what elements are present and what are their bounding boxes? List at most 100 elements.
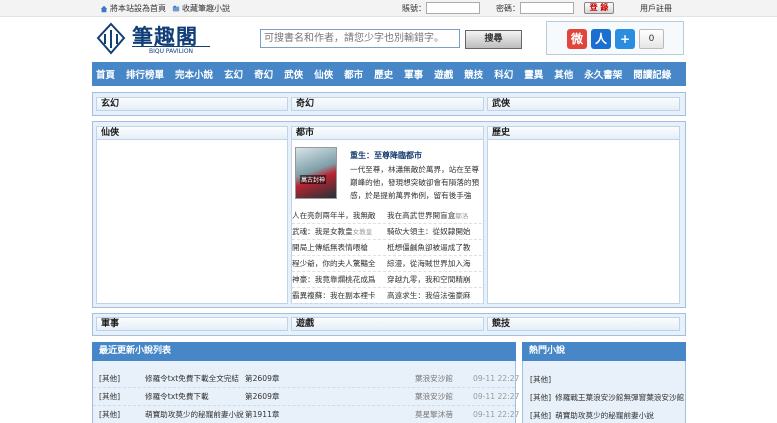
table-row: [其他] 修羅令txt免費下載 第2609章 葉浪安沙館 09-11 22:27 <box>93 388 519 406</box>
book-link[interactable]: 穿越九零，我和空間精崩 <box>387 274 482 285</box>
nav-bookshelf[interactable]: 永久書架 <box>584 67 622 81</box>
search-input[interactable] <box>260 29 460 48</box>
section-xuanhuan-header[interactable]: 玄幻 <box>96 97 288 111</box>
section-history-header[interactable]: 歷史 <box>487 126 680 140</box>
row-author: 莫星擎沐蓓 <box>415 410 453 419</box>
password-input[interactable] <box>520 2 574 14</box>
bookmark-label: 收藏筆趣小說 <box>182 4 230 13</box>
hot-novels-list: [其他] [其他] 修羅戰王葉浪安沙館無彈窗 葉浪安沙館 [其他] 萌寶助攻莫少… <box>522 361 686 423</box>
section-history-body <box>487 140 680 304</box>
weibo-share-icon[interactable]: 微 <box>567 29 587 49</box>
section-qihuan-header[interactable]: 奇幻 <box>291 97 484 111</box>
cover-title: 萬古封神 <box>300 175 327 184</box>
renren-share-icon[interactable]: 人 <box>591 29 611 49</box>
featured-book-cover[interactable]: 萬古封神 <box>295 147 337 199</box>
list-item: [其他] 萌寶助攻莫少的秘寵前妻小說 <box>530 406 654 423</box>
section-games-header[interactable]: 遊戲 <box>291 317 484 331</box>
nav-xianxia[interactable]: 仙俠 <box>314 67 333 81</box>
row-chapter[interactable]: 第2609章 <box>245 391 280 402</box>
register-link[interactable]: 用戶註冊 <box>640 3 672 14</box>
row-author: 葉浪安沙館 <box>415 392 453 401</box>
featured-book-title[interactable]: 重生：至尊降臨都市 <box>350 150 422 161</box>
list-item: 人在亮劍兩年半，我無敵 我在高武世界開盲盒鄒洛 <box>292 208 482 224</box>
nav-supernatural[interactable]: 靈異 <box>524 67 543 81</box>
nav-history-record[interactable]: 閱讀記錄 <box>633 67 671 81</box>
section-wuxia-header[interactable]: 武俠 <box>487 97 680 111</box>
book-link[interactable]: 我在高武世界開盲盒鄒洛 <box>387 210 482 221</box>
book-link[interactable]: 霸異複蘇：我在副本裡卡 <box>292 290 387 301</box>
row-book[interactable]: 修羅令txt免費下載全文完結 <box>145 373 239 384</box>
row-category[interactable]: [其他] <box>530 392 551 403</box>
featured-book-description: 一代至尊，林瀟無敵於萬界，站在至尊巔峰的他，發現想突破卻會有隕落的預感，於是提前… <box>350 165 480 200</box>
nav-qihuan[interactable]: 奇幻 <box>254 67 273 81</box>
book-title: 我在高武世界開盲盒 <box>387 211 456 220</box>
list-item: 開局上傳紙無表情喂槍 柢想僵鹹魚卻被逼成了教 <box>292 240 482 256</box>
nav-sports[interactable]: 競技 <box>464 67 483 81</box>
bookmark-icon <box>172 5 180 11</box>
section-military-header[interactable]: 軍事 <box>96 317 288 331</box>
nav-military[interactable]: 軍事 <box>404 67 423 81</box>
nav-scifi[interactable]: 科幻 <box>494 67 513 81</box>
table-row: [其他] 修羅令txt免費下載全文完結 第2609章 葉浪安沙館 09-11 2… <box>93 370 519 388</box>
nav-urban[interactable]: 都市 <box>344 67 363 81</box>
more-share-icon[interactable]: + <box>615 29 635 49</box>
latest-updates-list: [其他] 修羅令txt免費下載全文完結 第2609章 葉浪安沙館 09-11 2… <box>92 361 519 423</box>
nav-rankings[interactable]: 排行榜單 <box>126 67 164 81</box>
nav-completed[interactable]: 完本小說 <box>175 67 213 81</box>
row-book[interactable]: 修羅戰王葉浪安沙館無彈窗 <box>555 392 646 403</box>
book-link[interactable]: 武魂：我是女教皇女教皇 <box>292 226 387 237</box>
row-author: 葉浪安沙館 <box>415 374 453 383</box>
row-category[interactable]: [其他] <box>99 373 120 384</box>
account-label: 賬號： <box>402 4 426 13</box>
book-link[interactable]: 程少爺，你的夫人驚豔全 <box>292 258 387 269</box>
nav-home[interactable]: 首頁 <box>96 67 115 81</box>
table-row: [其他] 萌寶助攻莫少的秘寵前妻小說 第1911章 莫星擎沐蓓 09-11 22… <box>93 406 519 423</box>
login-button[interactable]: 登 錄 <box>584 2 614 14</box>
nav-history[interactable]: 歷史 <box>374 67 393 81</box>
nav-games[interactable]: 遊戲 <box>434 67 453 81</box>
book-link[interactable]: 柢想僵鹹魚卻被逼成了教 <box>387 242 482 253</box>
row-chapter[interactable]: 第1911章 <box>245 409 280 420</box>
password-label: 密碼： <box>496 4 520 13</box>
share-box: 微 人 + 0 <box>546 21 684 55</box>
home-icon <box>100 5 108 12</box>
category-row-1: 玄幻 奇幻 武俠 <box>92 92 686 116</box>
row-time: 09-11 22:27 <box>473 374 520 383</box>
book-link[interactable]: 騎砍大領主：從奴隸開始 <box>387 226 482 237</box>
set-homepage-link[interactable]: 將本站設為首頁 <box>100 3 166 14</box>
row-time: 09-11 22:27 <box>473 410 520 419</box>
row-category[interactable]: [其他] <box>99 409 120 420</box>
bookmark-link[interactable]: 收藏筆趣小說 <box>172 3 230 14</box>
logo-mark-icon <box>96 22 126 55</box>
list-item: [其他] <box>530 370 551 388</box>
book-link[interactable]: 開局上傳紙無表情喂槍 <box>292 242 387 253</box>
row-book[interactable]: 萌寶助攻莫少的秘寵前妻小說 <box>145 409 244 420</box>
row-category[interactable]: [其他] <box>530 410 551 421</box>
list-item: 程少爺，你的夫人驚豔全 綜漫，從海賊世界加入海 <box>292 256 482 272</box>
set-homepage-label: 將本站設為首頁 <box>110 4 166 13</box>
account-input[interactable] <box>426 2 480 14</box>
book-link[interactable]: 人在亮劍兩年半，我無敵 <box>292 210 387 221</box>
book-link[interactable]: 神豪：我竟靠爛桃花成爲 <box>292 274 387 285</box>
row-category[interactable]: [其他] <box>99 391 120 402</box>
section-urban-header[interactable]: 都市 <box>291 126 484 140</box>
book-link[interactable]: 綜漫，從海賊世界加入海 <box>387 258 482 269</box>
section-xianxia-header[interactable]: 仙俠 <box>96 126 288 140</box>
row-book[interactable]: 修羅令txt免費下載 <box>145 391 209 402</box>
book-title: 武魂：我是女教皇 <box>292 227 353 236</box>
section-sports-header[interactable]: 競技 <box>487 317 680 331</box>
category-row-3: 軍事 遊戲 競技 <box>92 313 686 336</box>
row-chapter[interactable]: 第2609章 <box>245 373 280 384</box>
search-button[interactable]: 搜尋 <box>465 30 522 49</box>
row-book[interactable]: 萌寶助攻莫少的秘寵前妻小說 <box>555 410 654 421</box>
row-category[interactable]: [其他] <box>530 374 551 385</box>
book-link[interactable]: 高遠求生：我倍法強豪麻 <box>387 290 482 301</box>
book-author: 女教皇 <box>352 228 373 236</box>
logo-subtitle: BIQU PAVILION <box>132 46 210 55</box>
section-xianxia-body <box>96 140 288 304</box>
nav-xuanhuan[interactable]: 玄幻 <box>224 67 243 81</box>
site-logo[interactable]: 筆趣閣 BIQU PAVILION <box>96 22 212 55</box>
row-time: 09-11 22:27 <box>473 392 520 401</box>
nav-wuxia[interactable]: 武俠 <box>284 67 303 81</box>
nav-other[interactable]: 其他 <box>554 67 573 81</box>
